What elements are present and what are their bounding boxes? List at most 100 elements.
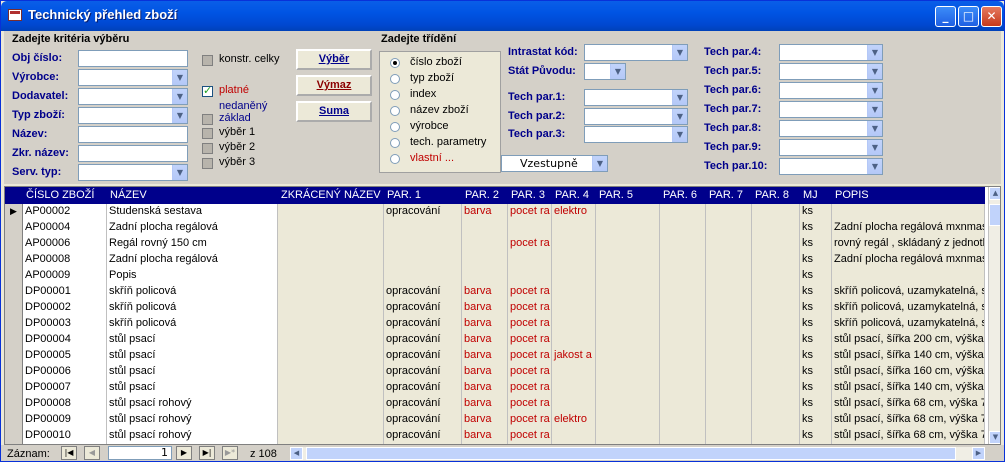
table-cell[interactable] [596, 268, 660, 284]
vertical-scrollbar[interactable]: ▲ ▼ [988, 187, 1000, 444]
table-cell[interactable]: skříň policová, uzamykatelná, s [832, 300, 985, 316]
table-cell[interactable]: DP00006 [23, 364, 107, 380]
table-cell[interactable]: pocet ra [508, 348, 552, 364]
table-cell[interactable]: ks [800, 284, 832, 300]
table-cell[interactable]: barva [462, 300, 508, 316]
obj-input[interactable] [78, 50, 188, 67]
table-cell[interactable] [596, 236, 660, 252]
table-cell[interactable] [462, 220, 508, 236]
table-cell[interactable]: barva [462, 348, 508, 364]
minimize-button[interactable]: _ [935, 6, 956, 27]
row-selector[interactable] [5, 332, 23, 348]
table-cell[interactable]: opracování [384, 428, 462, 444]
scroll-up-icon[interactable]: ▲ [989, 187, 1000, 200]
row-selector[interactable] [5, 396, 23, 412]
vymaz-button[interactable]: Výmaz [296, 75, 372, 96]
table-cell[interactable] [752, 332, 800, 348]
table-cell[interactable]: skříň policová, uzamykatelná, s [832, 284, 985, 300]
table-cell[interactable] [596, 300, 660, 316]
table-cell[interactable] [552, 300, 596, 316]
prev-record-icon[interactable]: ◀ [84, 446, 100, 460]
table-cell[interactable]: Zadní plocha regálová [107, 220, 278, 236]
table-cell[interactable]: stůl psací rohový [107, 412, 278, 428]
konstr-checkbox[interactable] [202, 55, 213, 66]
table-cell[interactable]: stůl psací, šířka 68 cm, výška 7 [832, 428, 985, 444]
table-cell[interactable]: barva [462, 380, 508, 396]
table-cell[interactable] [552, 268, 596, 284]
table-cell[interactable] [278, 236, 384, 252]
table-cell[interactable]: barva [462, 316, 508, 332]
table-cell[interactable]: opracování [384, 412, 462, 428]
sort-radio-tech[interactable] [390, 138, 400, 148]
table-row[interactable]: DP00005 stůl psací opracování barva pocet ra… [5, 348, 985, 364]
table-cell[interactable] [752, 380, 800, 396]
table-cell[interactable] [706, 284, 752, 300]
column-header[interactable]: MJ [803, 189, 818, 201]
table-cell[interactable] [596, 316, 660, 332]
table-cell[interactable] [752, 268, 800, 284]
table-cell[interactable] [552, 396, 596, 412]
table-cell[interactable] [462, 236, 508, 252]
typ-dropdown[interactable]: ▼ [78, 107, 188, 124]
table-cell[interactable] [752, 396, 800, 412]
table-cell[interactable]: pocet ra [508, 300, 552, 316]
table-cell[interactable] [706, 332, 752, 348]
row-selector[interactable] [5, 316, 23, 332]
row-selector[interactable] [5, 364, 23, 380]
table-cell[interactable] [706, 428, 752, 444]
table-row[interactable]: DP00008 stůl psací rohový opracování barva p… [5, 396, 985, 412]
tech-par-dropdown[interactable]: ▼ [779, 82, 883, 99]
table-cell[interactable] [278, 332, 384, 348]
table-cell[interactable]: opracování [384, 364, 462, 380]
maximize-button[interactable]: □ [958, 6, 979, 27]
intrastat-dropdown[interactable]: ▼ [584, 44, 688, 61]
table-cell[interactable]: opracování [384, 380, 462, 396]
table-cell[interactable] [660, 380, 706, 396]
table-cell[interactable]: pocet ra [508, 380, 552, 396]
table-cell[interactable]: barva [462, 284, 508, 300]
table-cell[interactable]: AP00002 [23, 204, 107, 220]
table-row[interactable]: AP00009 Popis ks [5, 268, 985, 284]
table-cell[interactable] [660, 396, 706, 412]
table-cell[interactable]: ks [800, 252, 832, 268]
table-cell[interactable]: pocet ra [508, 428, 552, 444]
table-cell[interactable] [552, 332, 596, 348]
table-cell[interactable] [660, 220, 706, 236]
table-cell[interactable]: stůl psací, šířka 160 cm, výška [832, 364, 985, 380]
table-cell[interactable]: ks [800, 220, 832, 236]
table-cell[interactable]: pocet ra [508, 364, 552, 380]
table-cell[interactable]: DP00007 [23, 380, 107, 396]
table-cell[interactable] [552, 316, 596, 332]
table-cell[interactable]: DP00003 [23, 316, 107, 332]
table-cell[interactable] [832, 268, 985, 284]
table-cell[interactable]: ks [800, 396, 832, 412]
table-cell[interactable]: opracování [384, 396, 462, 412]
row-selector[interactable] [5, 236, 23, 252]
table-cell[interactable] [552, 252, 596, 268]
table-cell[interactable]: barva [462, 364, 508, 380]
table-cell[interactable]: stůl psací rohový [107, 396, 278, 412]
table-cell[interactable]: Popis [107, 268, 278, 284]
table-cell[interactable]: opracování [384, 348, 462, 364]
table-cell[interactable]: opracování [384, 316, 462, 332]
table-cell[interactable] [660, 300, 706, 316]
column-header[interactable]: PAR. 4 [555, 189, 589, 201]
table-cell[interactable]: DP00005 [23, 348, 107, 364]
sort-radio-typ[interactable] [390, 74, 400, 84]
table-cell[interactable]: DP00004 [23, 332, 107, 348]
record-number-input[interactable]: 1 [108, 446, 172, 460]
table-cell[interactable]: ks [800, 332, 832, 348]
table-cell[interactable] [660, 364, 706, 380]
table-cell[interactable]: AP00004 [23, 220, 107, 236]
table-cell[interactable]: opracování [384, 284, 462, 300]
table-cell[interactable] [508, 268, 552, 284]
table-cell[interactable]: stůl psací [107, 348, 278, 364]
table-cell[interactable] [552, 284, 596, 300]
table-cell[interactable] [706, 412, 752, 428]
table-cell[interactable] [552, 380, 596, 396]
table-cell[interactable]: barva [462, 428, 508, 444]
table-cell[interactable] [752, 316, 800, 332]
table-cell[interactable]: stůl psací, šířka 140 cm, výška [832, 348, 985, 364]
column-header[interactable]: NÁZEV [110, 189, 147, 201]
table-cell[interactable] [384, 268, 462, 284]
